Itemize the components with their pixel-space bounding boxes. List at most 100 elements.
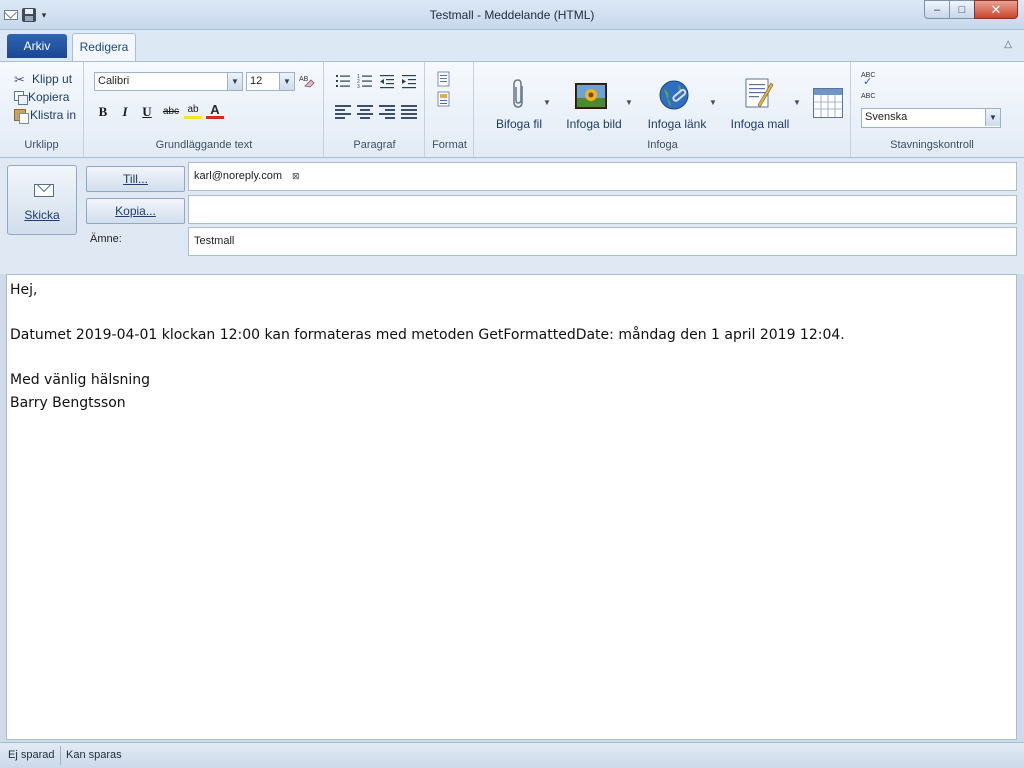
chevron-down-icon[interactable]: ▼ [227,73,242,90]
picture-icon [575,83,607,109]
ribbon: ✂ Klipp ut Kopiera Klistra in Urklipp Ca… [0,61,1024,158]
chevron-down-icon[interactable]: ▼ [279,73,294,90]
spelling-check-icon[interactable]: ABC ✓ ABC [861,72,881,102]
subject-field[interactable]: Testmall [188,227,1017,256]
to-button[interactable]: Till... [86,166,185,192]
bullet-list-icon[interactable] [335,73,351,89]
insert-template-button[interactable]: ▼ Infoga mall [725,62,801,142]
insert-picture-label: Infoga bild [566,117,622,131]
cut-label: Klipp ut [32,72,73,86]
template-icon [745,78,774,108]
highlight-button[interactable]: ab [184,101,202,119]
chevron-down-icon[interactable]: ▼ [985,109,1000,126]
bold-button[interactable]: B [94,103,112,121]
justify-icon[interactable] [401,105,417,119]
close-button[interactable]: ✕ [974,0,1018,19]
chevron-down-icon[interactable]: ▼ [625,98,633,107]
body-line: Barry Bengtsson [10,394,126,411]
numbered-list-icon[interactable]: 1 2 3 [357,73,373,89]
paragraph-group: 1 2 3 Paragraf [325,62,425,157]
check-mark-icon: ✓ [863,76,873,88]
italic-button[interactable]: I [116,103,134,121]
insert-group-label: Infoga [647,139,678,151]
save-status: Ej sparad [8,749,55,761]
paragraph-group-label: Paragraf [353,139,396,151]
paste-button[interactable]: Klistra in [14,108,77,124]
increase-indent-icon[interactable] [401,73,417,89]
maximize-button[interactable]: □ [949,0,975,19]
spelling-abc-bottom: ABC [861,93,876,100]
ribbon-tabs: Arkiv Redigera △ [0,30,1024,62]
underline-button[interactable]: U [138,103,156,121]
clear-formatting-icon[interactable]: AB [299,73,315,89]
spelling-group-label: Stavningskontroll [890,139,974,151]
status-bar: Ej sparad Kan sparas [0,742,1024,768]
decrease-indent-icon[interactable] [379,73,395,89]
insert-picture-button[interactable]: ▼ Infoga bild [559,62,633,142]
window-title: Testmall - Meddelande (HTML) [429,8,595,22]
insert-table-icon[interactable] [813,88,843,118]
font-size-select[interactable]: 12 ▼ [246,72,295,91]
window-controls: – □ ✕ [924,0,1018,19]
copy-icon [14,91,28,105]
copy-label: Kopiera [28,90,70,104]
font-family-value: Calibri [98,75,130,87]
tab-file[interactable]: Arkiv [7,34,67,58]
chevron-down-icon[interactable]: ▼ [543,98,551,107]
send-label: Skicka [24,208,60,222]
cut-button[interactable]: ✂ Klipp ut [14,72,72,86]
chevron-down-icon[interactable]: ▼ [793,98,801,107]
to-field[interactable]: karl@noreply.com ⊠ [188,162,1017,191]
body-line [10,347,1013,370]
title-bar: ▾ Testmall - Meddelande (HTML) – □ ✕ [0,0,1024,30]
body-line: Med vänlig hälsning [10,372,151,388]
paperclip-icon [513,79,523,108]
clipboard-group-label: Urklipp [24,139,59,151]
cc-field[interactable] [188,195,1017,224]
strikethrough-button[interactable]: abc [160,103,182,121]
format-group: Format [426,62,474,157]
language-value: Svenska [865,111,908,123]
insert-link-button[interactable]: ▼ Infoga länk [641,62,717,142]
align-left-icon[interactable] [335,105,351,119]
svg-text:AB: AB [299,76,309,83]
html-format-icon[interactable] [436,91,452,107]
language-select[interactable]: Svenska ▼ [861,108,1001,128]
paste-label: Klistra in [30,108,77,122]
collapse-ribbon-icon[interactable]: △ [1004,39,1012,50]
align-center-icon[interactable] [357,105,373,119]
plain-text-icon[interactable] [436,71,452,87]
subject-label: Ämne: [90,233,122,245]
insert-link-label: Infoga länk [647,117,707,131]
format-group-label: Format [432,139,467,151]
cc-button[interactable]: Kopia... [86,198,185,224]
globe-link-icon [659,80,689,110]
remove-recipient-icon[interactable]: ⊠ [292,171,300,181]
chevron-down-icon[interactable]: ▼ [709,98,717,107]
message-body[interactable]: Hej, Datumet 2019-04-01 klockan 12:00 ka… [6,274,1017,740]
send-button[interactable]: Skicka [7,165,77,235]
attach-file-label: Bifoga fil [495,117,543,131]
font-family-select[interactable]: Calibri ▼ [94,72,243,91]
font-color-button[interactable]: A [206,101,224,119]
svg-text:3: 3 [357,84,360,89]
basic-text-group-label: Grundläggande text [155,139,253,151]
scissors-icon: ✂ [14,71,25,87]
body-line [10,302,1013,325]
copy-button[interactable]: Kopiera [14,90,70,105]
spelling-group: ABC ✓ ABC Svenska ▼ Stavningskontroll [852,62,1012,157]
align-right-icon[interactable] [379,105,395,119]
to-recipient[interactable]: karl@noreply.com [194,170,282,182]
insert-group: ▼ Bifoga fil ▼ Infoga bild ▼ Infoga länk [475,62,851,157]
font-size-value: 12 [250,75,263,87]
paste-icon [14,109,29,124]
insert-template-label: Infoga mall [730,117,790,131]
minimize-button[interactable]: – [924,0,950,19]
message-header: Skicka Till... Kopia... Ämne: karl@norep… [0,158,1024,274]
attach-file-button[interactable]: ▼ Bifoga fil [485,62,553,142]
clipboard-group: ✂ Klipp ut Kopiera Klistra in Urklipp [0,62,84,157]
tab-edit[interactable]: Redigera [72,33,136,62]
basic-text-group: Calibri ▼ 12 ▼ AB B I U abc ab A Grundlä… [85,62,324,157]
saveable-status: Kan sparas [66,749,122,761]
send-envelope-icon [34,184,54,197]
